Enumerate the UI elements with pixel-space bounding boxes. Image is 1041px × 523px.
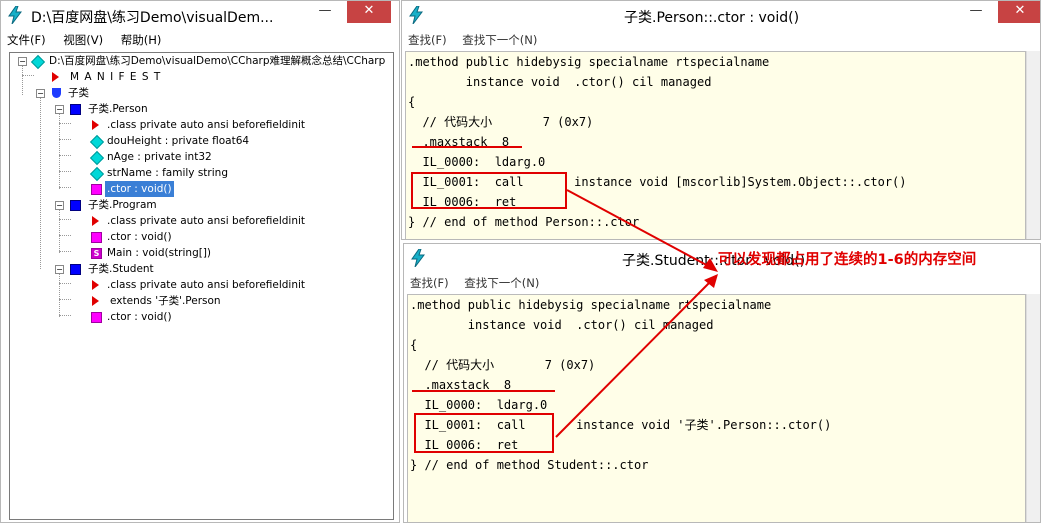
annotation-note: 可以发现都占用了连续的1-6的内存空间 — [718, 252, 977, 268]
